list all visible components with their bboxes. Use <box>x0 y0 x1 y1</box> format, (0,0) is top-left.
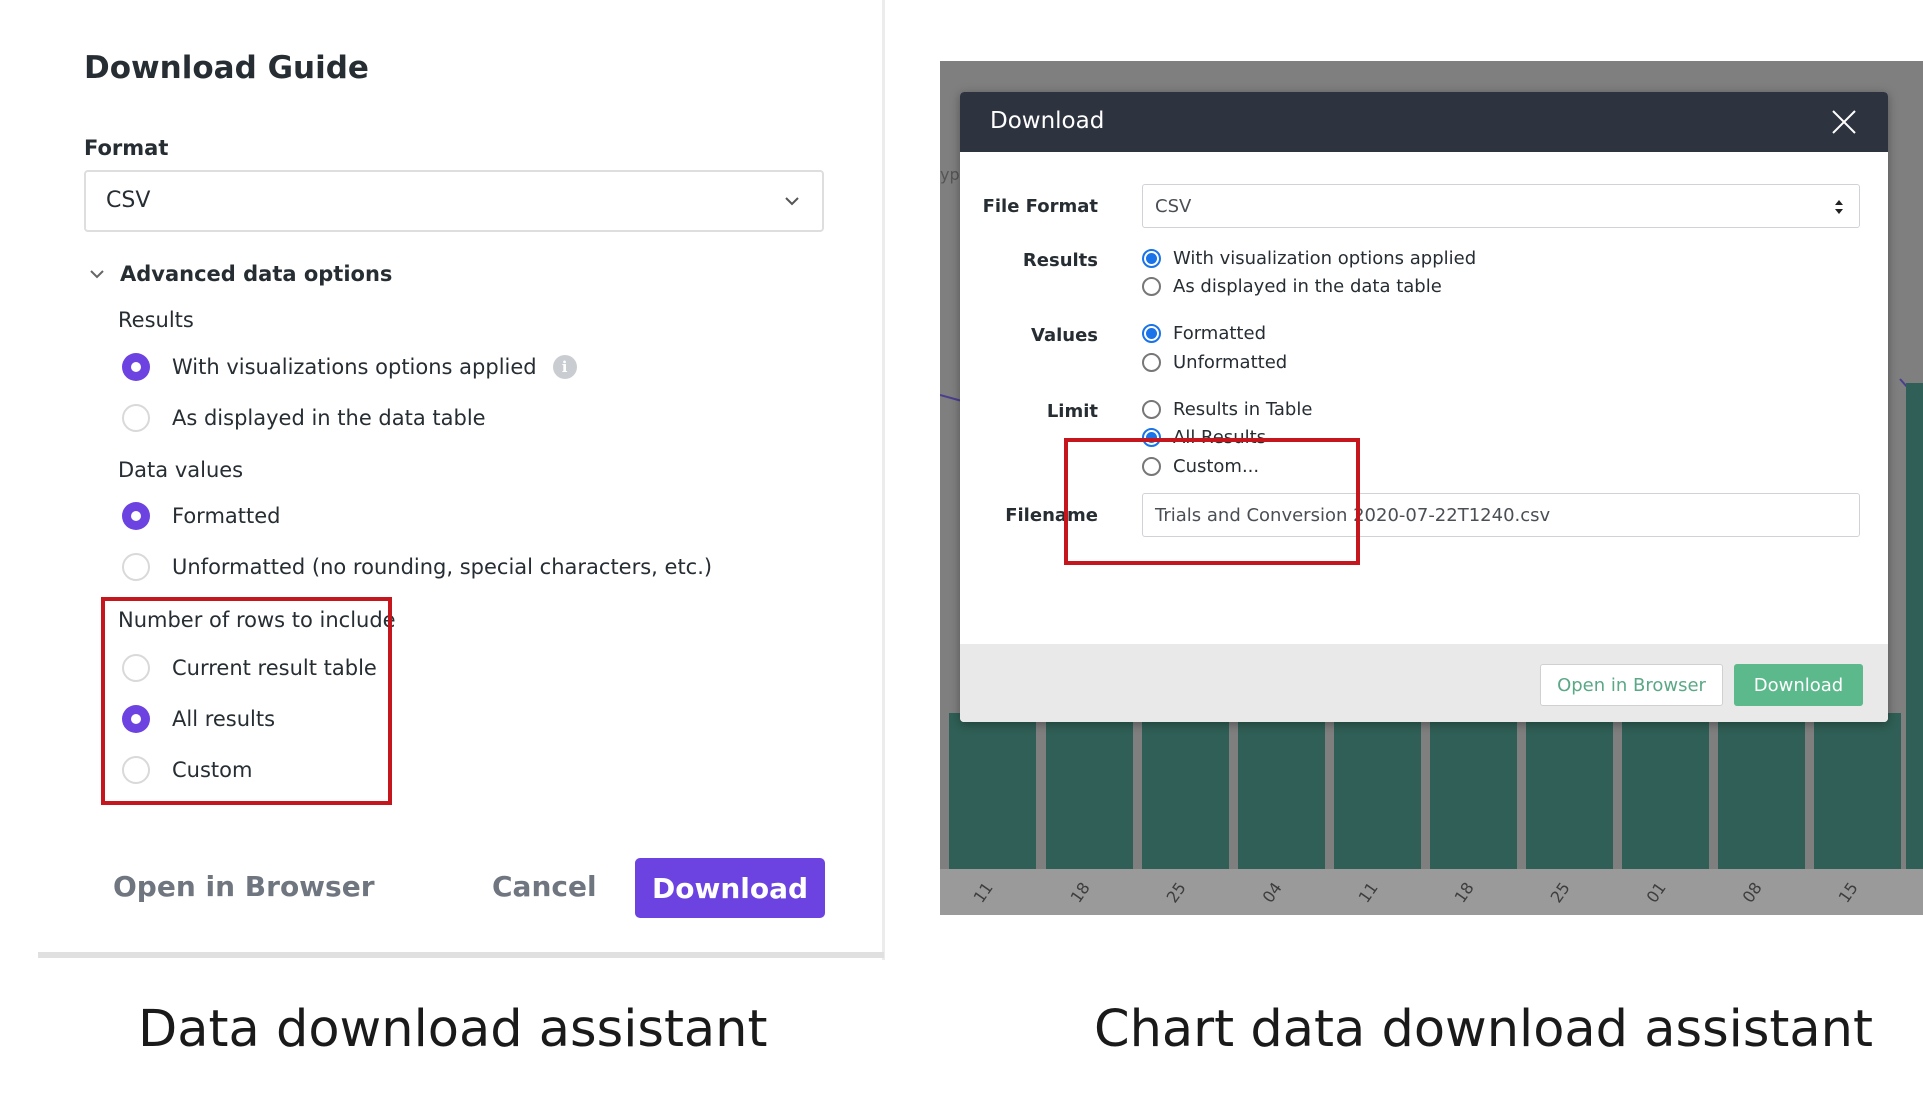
format-select[interactable]: CSV <box>84 170 824 232</box>
radio-unselected[interactable] <box>122 553 150 581</box>
background-bar <box>1526 713 1613 881</box>
data-values-label: Data values <box>118 458 244 482</box>
background-bar <box>1622 713 1709 881</box>
info-icon[interactable]: i <box>552 355 577 379</box>
file-format-value: CSV <box>1155 196 1192 217</box>
radio-label: With visualizations options applied <box>172 355 537 379</box>
radio-label: Unformatted (no rounding, special charac… <box>172 555 713 579</box>
results-option-visualization[interactable]: With visualizations options applied i <box>122 353 577 381</box>
background-bar <box>1718 713 1805 881</box>
radio-unselected[interactable] <box>1142 353 1161 372</box>
chevron-down-icon <box>90 270 104 279</box>
radio-selected[interactable] <box>1142 249 1161 268</box>
results-label: Results <box>1022 250 1098 271</box>
background-bar <box>949 713 1036 881</box>
background-bar <box>1814 713 1901 881</box>
modal-title: Download <box>990 108 1105 134</box>
caption-data-download-assistant: Data download assistant <box>138 1000 768 1059</box>
format-select-value: CSV <box>106 188 151 213</box>
download-modal: Download File Format CSV Results With vi… <box>960 92 1888 722</box>
download-button[interactable]: Download <box>635 858 825 918</box>
advanced-options-toggle[interactable]: Advanced data options <box>88 262 392 286</box>
radio-label: With visualization options applied <box>1173 248 1477 269</box>
highlight-box <box>1064 438 1360 565</box>
data-download-guide-panel: Download Guide Format CSV Advanced data … <box>0 0 885 960</box>
chevron-down-icon <box>785 197 799 206</box>
format-label: Format <box>84 136 169 160</box>
download-button[interactable]: Download <box>1734 664 1863 706</box>
limit-label: Limit <box>1046 401 1098 422</box>
advanced-options-label: Advanced data options <box>120 262 393 286</box>
radio-label: As displayed in the data table <box>172 406 486 430</box>
panel-right-border <box>882 0 885 960</box>
radio-selected[interactable] <box>1142 324 1161 343</box>
results-label: Results <box>118 308 194 332</box>
close-icon[interactable] <box>1830 108 1858 136</box>
radio-label: Results in Table <box>1173 399 1313 420</box>
background-bar <box>1906 383 1923 883</box>
radio-label: Unformatted <box>1173 352 1288 373</box>
open-in-browser-button[interactable]: Open in Browser <box>113 870 375 903</box>
results-option-data-table[interactable]: As displayed in the data table <box>1142 276 1442 297</box>
modal-header: Download <box>960 92 1888 152</box>
limit-option-results-in-table[interactable]: Results in Table <box>1142 399 1312 420</box>
background-bar <box>1430 713 1517 881</box>
radio-unselected[interactable] <box>1142 400 1161 419</box>
panel-title: Download Guide <box>84 50 369 86</box>
modal-footer: Open in Browser Download <box>960 644 1888 722</box>
radio-unselected[interactable] <box>122 404 150 432</box>
highlight-box <box>101 597 392 805</box>
background-bar <box>1334 713 1421 881</box>
radio-selected[interactable] <box>122 353 150 381</box>
file-format-select[interactable]: CSV <box>1142 184 1860 228</box>
file-format-label: File Format <box>982 196 1098 217</box>
data-values-option-unformatted[interactable]: Unformatted (no rounding, special charac… <box>122 553 712 581</box>
results-option-visualization[interactable]: With visualization options applied <box>1142 248 1476 269</box>
values-option-unformatted[interactable]: Unformatted <box>1142 352 1287 373</box>
radio-label: Formatted <box>1173 323 1266 344</box>
radio-label: Formatted <box>172 504 281 528</box>
results-option-data-table[interactable]: As displayed in the data table <box>122 404 486 432</box>
select-arrows-icon <box>1835 200 1843 214</box>
values-option-formatted[interactable]: Formatted <box>1142 323 1266 344</box>
panel-bottom-border <box>38 952 884 958</box>
radio-unselected[interactable] <box>1142 277 1161 296</box>
background-bar <box>1238 713 1325 881</box>
data-values-option-formatted[interactable]: Formatted <box>122 502 281 530</box>
background-bar <box>1046 713 1133 881</box>
radio-label: As displayed in the data table <box>1173 276 1442 297</box>
values-label: Values <box>1031 325 1098 346</box>
open-in-browser-button[interactable]: Open in Browser <box>1540 664 1723 706</box>
background-bar <box>1142 713 1229 881</box>
radio-selected[interactable] <box>122 502 150 530</box>
caption-chart-data-download-assistant: Chart data download assistant <box>1094 1000 1873 1059</box>
cancel-button[interactable]: Cancel <box>492 870 597 903</box>
